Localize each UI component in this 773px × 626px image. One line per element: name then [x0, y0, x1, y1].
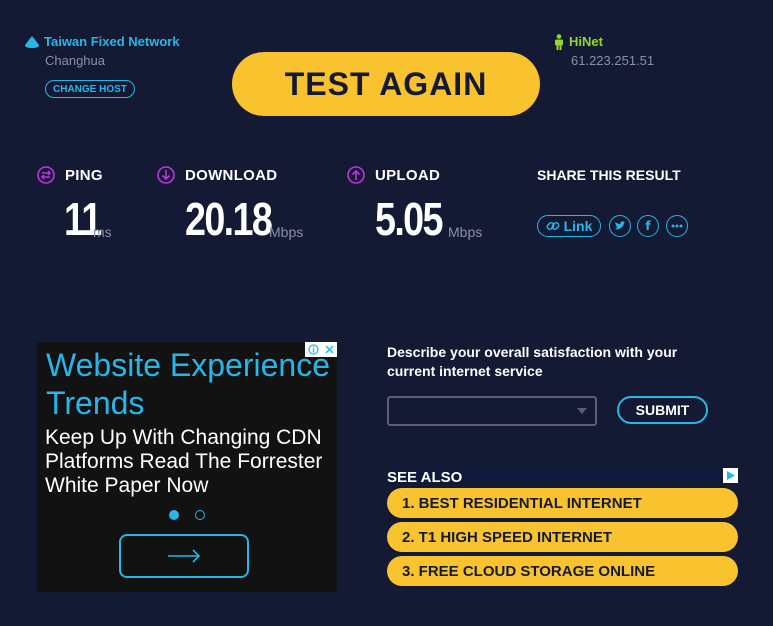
arrow-right-icon: [168, 549, 201, 563]
ad-choices-icon[interactable]: [723, 468, 738, 483]
satisfaction-select[interactable]: [387, 396, 597, 426]
person-icon: [555, 34, 563, 50]
more-share-button[interactable]: [666, 215, 688, 237]
see-also-title: SEE ALSO: [387, 469, 463, 486]
ping-icon: [37, 166, 55, 184]
download-unit: Mbps: [269, 224, 304, 240]
see-also-item[interactable]: 3. FREE CLOUD STORAGE ONLINE: [387, 556, 738, 586]
carousel-dot-active[interactable]: [169, 510, 179, 520]
facebook-share-button[interactable]: f: [637, 215, 659, 237]
submit-button[interactable]: SUBMIT: [617, 396, 708, 424]
upload-icon: [347, 166, 365, 184]
see-also-item[interactable]: 2. T1 HIGH SPEED INTERNET: [387, 522, 738, 552]
share-title: SHARE THIS RESULT: [537, 167, 681, 183]
twitter-share-button[interactable]: [609, 215, 631, 237]
carousel-dot[interactable]: [195, 510, 205, 520]
ping-unit: ms: [93, 224, 112, 240]
more-icon: [671, 224, 683, 228]
chevron-down-icon: [577, 408, 587, 414]
twitter-icon: [615, 221, 626, 230]
share-link-label: Link: [563, 218, 593, 234]
facebook-icon: f: [645, 219, 651, 233]
download-icon: [157, 166, 175, 184]
server-icon: [25, 36, 39, 48]
see-also-item[interactable]: 1. BEST RESIDENTIAL INTERNET: [387, 488, 738, 518]
host-city: Changhua: [45, 53, 105, 68]
advertisement[interactable]: Website Experience Trends Keep Up With C…: [37, 342, 337, 592]
upload-value: 5.05: [375, 193, 443, 245]
link-icon: [546, 222, 560, 230]
download-value: 20.18: [185, 193, 273, 245]
share-link-button[interactable]: Link: [537, 215, 601, 237]
upload-unit: Mbps: [448, 224, 483, 240]
host-provider: Taiwan Fixed Network: [44, 34, 180, 49]
survey-question: Describe your overall satisfaction with …: [387, 344, 678, 379]
download-label: DOWNLOAD: [185, 167, 278, 184]
ping-label: PING: [65, 167, 103, 184]
ad-headline: Website Experience Trends: [46, 347, 330, 421]
isp-ip: 61.223.251.51: [571, 53, 655, 68]
isp-name: HiNet: [569, 34, 603, 49]
ad-body: Keep Up With Changing CDN Platforms Read…: [45, 426, 323, 497]
test-again-button[interactable]: TEST AGAIN: [232, 52, 540, 116]
upload-label: UPLOAD: [375, 167, 441, 184]
ad-cta-button[interactable]: [119, 534, 249, 578]
change-host-button[interactable]: CHANGE HOST: [45, 80, 135, 98]
